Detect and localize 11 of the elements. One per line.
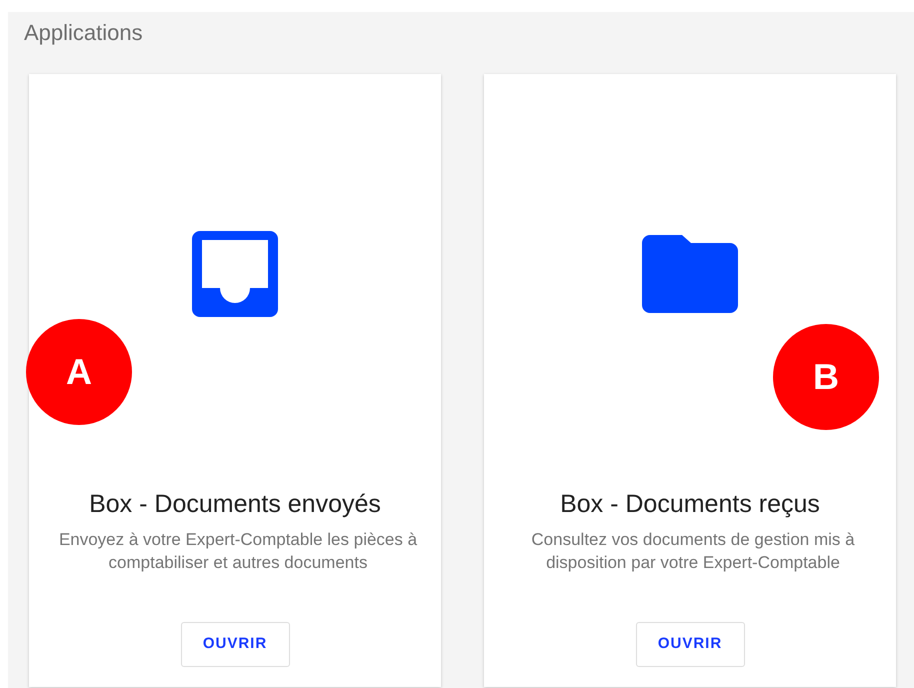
annotation-marker: B (773, 324, 879, 430)
tray-icon (192, 231, 278, 317)
section-title: Applications (24, 20, 143, 46)
open-button[interactable]: OUVRIR (180, 622, 290, 667)
card-title: Box - Documents envoyés (89, 489, 381, 520)
open-button[interactable]: OUVRIR (636, 622, 744, 667)
folder-icon (642, 235, 738, 313)
annotation-marker: A (26, 319, 132, 425)
card-title: Box - Documents reçus (560, 489, 820, 520)
card-description: Envoyez à votre Expert-Comptable les pièces à comptabiliser et autres documents (58, 529, 418, 574)
card-description: Consultez vos documents de gestion mis à disposition par votre Expert-Comptable (530, 529, 856, 574)
